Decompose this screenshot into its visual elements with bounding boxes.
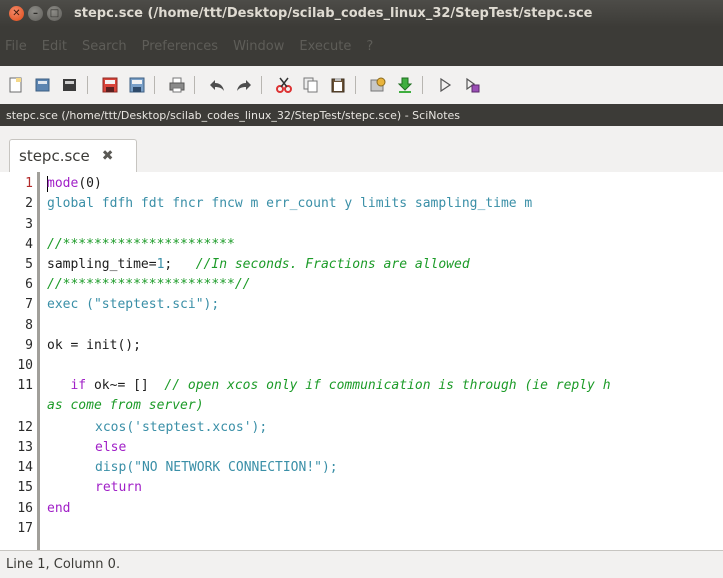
- window-title: stepc.sce (/home/ttt/Desktop/scilab_code…: [74, 6, 593, 21]
- line-number: 1: [25, 176, 33, 191]
- paste-icon[interactable]: [330, 77, 346, 93]
- open-file-icon[interactable]: [35, 77, 51, 93]
- code-token: exec: [47, 297, 79, 312]
- code-editor[interactable]: 1 2 3 4 5 6 7 8 9 10 11 12 13 14 15 16 1…: [0, 172, 723, 550]
- code-token: (0): [78, 176, 102, 191]
- code-line-11-wrap: as come from server): [47, 398, 204, 413]
- toolbar: [0, 66, 723, 104]
- close-tab-icon[interactable]: ✖: [102, 148, 114, 164]
- line-number: 16: [17, 501, 33, 516]
- copy-icon[interactable]: [303, 77, 319, 93]
- toolbar-separator: [194, 76, 195, 94]
- menu-bar: File Edit Search Preferences Window Exec…: [0, 27, 723, 66]
- code-token: ("steptest.sci");: [78, 297, 220, 312]
- code-line-16: end: [47, 501, 71, 516]
- window-titlebar: ✕ – □ stepc.sce (/home/ttt/Desktop/scila…: [0, 0, 723, 27]
- save-icon[interactable]: [102, 77, 118, 93]
- menu-edit[interactable]: Edit: [42, 39, 67, 54]
- code-token: ok~= []: [86, 378, 157, 393]
- menu-preferences[interactable]: Preferences: [142, 39, 218, 54]
- code-token: ('steptest.xcos');: [126, 420, 268, 435]
- open-folder-icon[interactable]: [62, 77, 78, 93]
- line-number: 8: [25, 318, 33, 333]
- run-all-icon[interactable]: [464, 77, 480, 93]
- code-line-5: sampling_time=1; //In seconds. Fractions…: [47, 257, 470, 272]
- help-icon[interactable]: [370, 77, 386, 93]
- line-number: 6: [25, 277, 33, 292]
- line-number: 2: [25, 196, 33, 211]
- run-icon[interactable]: [437, 77, 453, 93]
- line-number: 3: [25, 217, 33, 232]
- code-line-11: if ok~= [] // open xcos only if communic…: [47, 378, 611, 393]
- line-number: 11: [17, 378, 33, 393]
- save-as-icon[interactable]: [129, 77, 145, 93]
- code-comment: // open xcos only if communication is th…: [156, 378, 611, 393]
- code-line-12: xcos('steptest.xcos');: [95, 420, 267, 435]
- toolbar-separator: [87, 76, 88, 94]
- line-number: 14: [17, 460, 33, 475]
- code-line-1: mode(0): [47, 176, 102, 191]
- code-line-9: ok = init();: [47, 338, 173, 353]
- code-token: global: [47, 196, 94, 211]
- status-bar: Line 1, Column 0.: [0, 550, 723, 578]
- menu-help[interactable]: ?: [366, 39, 373, 54]
- code-token: fdfh fdt fncr fncw m err_count y limits …: [93, 196, 533, 211]
- line-number: 10: [17, 358, 33, 373]
- execute-to-console-icon[interactable]: [397, 77, 413, 93]
- line-number: 9: [25, 338, 33, 353]
- close-window-button[interactable]: ✕: [9, 6, 24, 21]
- menu-search[interactable]: Search: [82, 39, 127, 54]
- code-line-15: return: [95, 480, 142, 495]
- menu-execute[interactable]: Execute: [299, 39, 351, 54]
- maximize-window-button[interactable]: □: [47, 6, 62, 21]
- redo-icon[interactable]: [236, 77, 252, 93]
- code-line-14: disp("NO NETWORK CONNECTION!");: [95, 460, 338, 475]
- line-number-gutter: 1 2 3 4 5 6 7 8 9 10 11 12 13 14 15 16 1…: [0, 172, 40, 550]
- line-number: 4: [25, 237, 33, 252]
- toolbar-separator: [261, 76, 262, 94]
- new-file-icon[interactable]: [8, 77, 24, 93]
- toolbar-separator: [154, 76, 155, 94]
- code-line-6: //**********************//: [47, 277, 251, 292]
- menu-window[interactable]: Window: [233, 39, 284, 54]
- code-token: sampling_time=: [47, 257, 157, 272]
- line-number: 7: [25, 297, 33, 312]
- code-token: ;: [164, 257, 196, 272]
- line-number: 15: [17, 480, 33, 495]
- menu-file[interactable]: File: [5, 39, 27, 54]
- code-token: disp: [95, 460, 127, 475]
- toolbar-separator: [422, 76, 423, 94]
- code-token: if: [70, 378, 87, 393]
- tab-strip: stepc.sce ✖: [0, 126, 723, 173]
- line-number: 13: [17, 440, 33, 455]
- code-line-7: exec ("steptest.sci");: [47, 297, 219, 312]
- code-line-2: global fdfh fdt fncr fncw m err_count y …: [47, 196, 532, 211]
- cut-icon[interactable]: [276, 77, 292, 93]
- tab-stepc[interactable]: stepc.sce ✖: [9, 139, 137, 172]
- code-token: xcos: [95, 420, 127, 435]
- line-number: 5: [25, 257, 33, 272]
- toolbar-separator: [355, 76, 356, 94]
- code-comment: //In seconds. Fractions are allowed: [195, 257, 470, 272]
- minimize-window-button[interactable]: –: [28, 6, 43, 21]
- undo-icon[interactable]: [209, 77, 225, 93]
- code-line-4: //**********************: [47, 237, 235, 252]
- print-icon[interactable]: [169, 77, 185, 93]
- line-number: 17: [17, 521, 33, 536]
- code-token: mode: [47, 176, 79, 191]
- code-token: ("NO NETWORK CONNECTION!");: [126, 460, 338, 475]
- line-number: 12: [17, 420, 33, 435]
- tab-label: stepc.sce: [19, 147, 90, 165]
- code-line-13: else: [95, 440, 127, 455]
- file-path-bar: stepc.sce (/home/ttt/Desktop/scilab_code…: [0, 104, 723, 126]
